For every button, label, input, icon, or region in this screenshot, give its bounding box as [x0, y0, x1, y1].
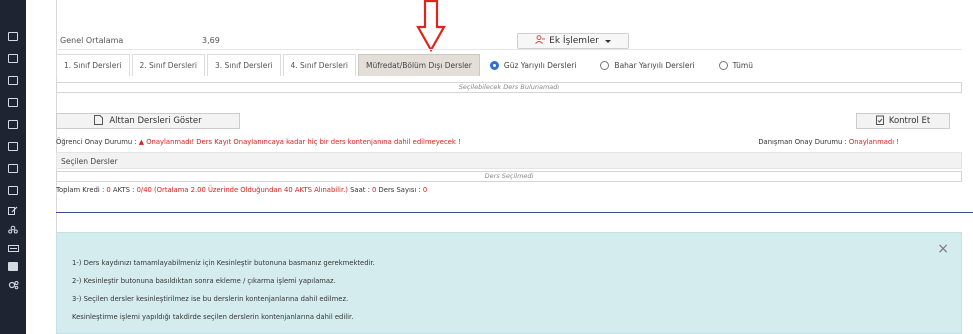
- show-failed-courses-label: Alttan Dersleri Göster: [109, 116, 202, 126]
- info-line: 3-) Seçilen dersler kesinleştirilmez ise…: [72, 295, 349, 303]
- info-line: 2-) Kesinleştir butonuna basıldıktan son…: [72, 277, 336, 285]
- sidebar: [0, 0, 26, 334]
- totals-row: Toplam Kredi : 0 AKTS : 0/40 (Ortalama 2…: [56, 185, 962, 197]
- totals-text: Toplam Kredi : 0 AKTS : 0/40 (Ortalama 2…: [56, 186, 427, 194]
- extra-actions-label: Ek İşlemler: [549, 36, 599, 46]
- info-line: 1-) Ders kaydınızı tamamlayabilmeniz içi…: [72, 259, 375, 267]
- settings-icon[interactable]: [8, 280, 19, 290]
- clipboard-check-icon: [875, 115, 884, 128]
- tab-2-sinif[interactable]: 2. Sınıf Dersleri: [131, 54, 205, 76]
- selected-courses-title: Seçilen Dersler: [61, 157, 118, 166]
- close-icon[interactable]: ×: [937, 242, 949, 256]
- radio-guz[interactable]: Güz Yarıyılı Dersleri: [489, 60, 577, 70]
- tab-label: Müfredat/Bölüm Dışı Dersler: [366, 61, 472, 70]
- tab-label: 3. Sınıf Dersleri: [215, 61, 273, 70]
- show-failed-courses-button[interactable]: Alttan Dersleri Göster: [56, 113, 240, 129]
- users-icon[interactable]: [8, 225, 18, 234]
- student-approval: Öğrenci Onay Durumu : ▲ Onaylanmadı! Der…: [56, 138, 461, 146]
- square-icon[interactable]: [8, 76, 18, 85]
- gpa-value: 3,69: [202, 36, 220, 45]
- gpa-row: Genel Ortalama 3,69 Ek İşlemler: [56, 32, 962, 50]
- document-icon: [94, 114, 104, 128]
- chevron-down-icon: [604, 39, 611, 43]
- tab-4-sinif[interactable]: 4. Sınıf Dersleri: [282, 54, 356, 76]
- ders-sayisi-value: 0: [422, 186, 428, 194]
- saat-value: 0: [372, 186, 377, 194]
- selected-courses-header: Seçilen Dersler: [56, 152, 962, 169]
- course-tabs: 1. Sınıf Dersleri 2. Sınıf Dersleri 3. S…: [56, 54, 962, 76]
- kredi-label: Toplam Kredi :: [56, 186, 105, 194]
- square-icon[interactable]: [8, 186, 18, 195]
- radio-label: Güz Yarıyılı Dersleri: [503, 60, 577, 70]
- tab-1-sinif[interactable]: 1. Sınıf Dersleri: [56, 54, 130, 76]
- radio-checked-icon[interactable]: [489, 60, 499, 70]
- tab-mufredat-disi[interactable]: Müfredat/Bölüm Dışı Dersler: [358, 54, 480, 76]
- ders-sayisi-label: Ders Sayısı :: [378, 186, 421, 194]
- extra-actions-dropdown[interactable]: Ek İşlemler: [517, 33, 629, 49]
- advisor-approval-label: Danışman Onay Durumu :: [758, 138, 847, 146]
- user-icon: [535, 35, 546, 47]
- check-button[interactable]: Kontrol Et: [856, 113, 950, 129]
- edit-icon[interactable]: [8, 206, 18, 215]
- square-icon[interactable]: [8, 164, 18, 173]
- radio-label: Tümü: [732, 60, 753, 70]
- radio-unchecked-icon[interactable]: [600, 60, 610, 70]
- course-list-empty: Seçilebilecek Ders Bulunamadı: [56, 82, 962, 93]
- advisor-approval: Danışman Onay Durumu : Onaylanmadı !: [758, 138, 899, 146]
- action-buttons: Alttan Dersleri Göster Kontrol Et: [56, 113, 962, 129]
- gpa-label: Genel Ortalama: [60, 36, 124, 45]
- semester-filter: Güz Yarıyılı Dersleri Bahar Yarıyılı Der…: [489, 54, 777, 76]
- tab-label: 4. Sınıf Dersleri: [290, 61, 349, 70]
- selected-courses-empty: Ders Seçilmedi: [56, 171, 962, 182]
- radio-label: Bahar Yarıyılı Dersleri: [614, 60, 695, 70]
- approval-status: Öğrenci Onay Durumu : ▲ Onaylanmadı! Der…: [56, 137, 962, 149]
- square-icon[interactable]: [8, 98, 18, 107]
- radio-unchecked-icon[interactable]: [718, 60, 728, 70]
- tab-3-sinif[interactable]: 3. Sınıf Dersleri: [207, 54, 281, 76]
- id-card-icon[interactable]: [8, 244, 19, 253]
- saat-label: Saat :: [350, 186, 370, 194]
- square-icon[interactable]: [8, 54, 18, 63]
- info-line: Kesinleştirme işlemi yapıldığı takdirde …: [72, 313, 354, 321]
- square-icon[interactable]: [8, 32, 18, 41]
- square-icon[interactable]: [8, 142, 18, 151]
- check-button-label: Kontrol Et: [888, 116, 931, 126]
- student-approval-label: Öğrenci Onay Durumu :: [56, 138, 137, 146]
- info-alert: × 1-) Ders kaydınızı tamamlayabilmeniz i…: [56, 232, 962, 334]
- akts-value: 0/40 (Ortalama 2.00 Üzerinde Olduğundan …: [136, 186, 348, 194]
- tab-label: 1. Sınıf Dersleri: [64, 61, 122, 70]
- akts-label: AKTS :: [112, 186, 135, 194]
- main-content: Genel Ortalama 3,69 Ek İşlemler 1. Sınıf…: [26, 0, 973, 334]
- divider: [56, 212, 973, 213]
- badge-icon[interactable]: [8, 262, 18, 271]
- advisor-approval-value: Onaylanmadı !: [848, 138, 899, 146]
- tab-label: 2. Sınıf Dersleri: [139, 61, 198, 70]
- student-approval-warning: Onaylanmadı! Ders Kayıt Onaylanıncaya ka…: [146, 138, 461, 146]
- radio-tumu[interactable]: Tümü: [718, 60, 753, 70]
- square-icon[interactable]: [8, 120, 18, 129]
- radio-bahar[interactable]: Bahar Yarıyılı Dersleri: [600, 60, 695, 70]
- kredi-value: 0: [106, 186, 111, 194]
- warning-icon: ▲: [138, 138, 145, 146]
